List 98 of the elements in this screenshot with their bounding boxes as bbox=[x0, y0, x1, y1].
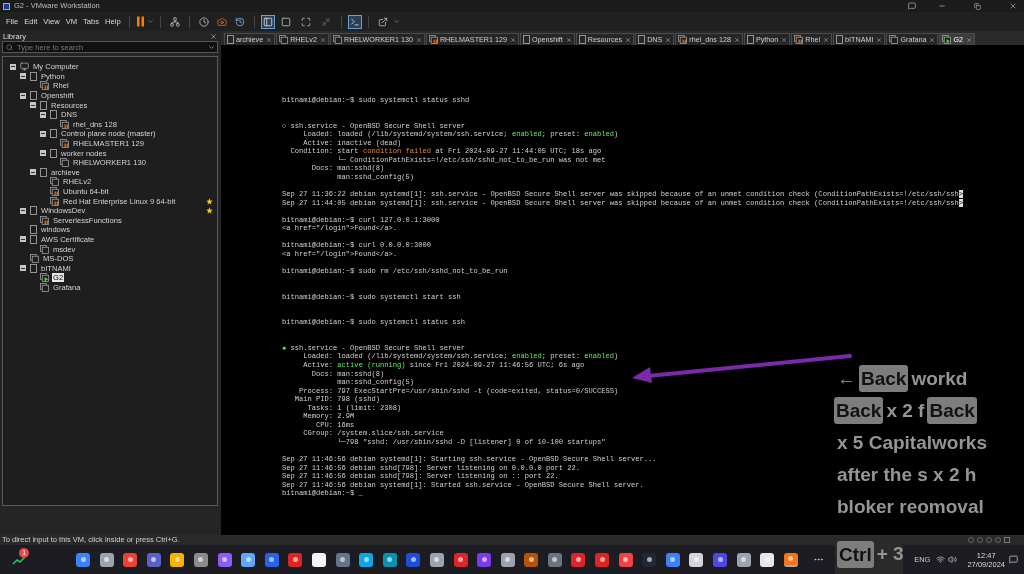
overlay-text: after the s x 2 h bbox=[836, 463, 978, 487]
computer-icon bbox=[20, 62, 29, 72]
key-cap: Back bbox=[859, 365, 909, 392]
folder-icon bbox=[746, 35, 754, 44]
console-button[interactable] bbox=[347, 14, 362, 29]
close-icon[interactable] bbox=[966, 36, 972, 43]
fullscreen-icon[interactable] bbox=[300, 16, 311, 27]
app-icon[interactable] bbox=[783, 552, 798, 567]
app-icon[interactable] bbox=[500, 552, 515, 567]
network-icon[interactable] bbox=[169, 16, 180, 27]
app-logo-icon bbox=[3, 2, 10, 10]
overlay-text: + 3 bbox=[875, 542, 905, 567]
thumbnail-icon[interactable] bbox=[280, 16, 291, 27]
folder-icon bbox=[30, 263, 37, 273]
app-icon[interactable] bbox=[146, 552, 161, 567]
folder-icon bbox=[227, 35, 234, 44]
app-icon[interactable] bbox=[689, 552, 704, 567]
terminal-screen[interactable] bbox=[221, 45, 1024, 535]
caret-icon[interactable] bbox=[146, 18, 154, 25]
app-icon[interactable] bbox=[382, 552, 397, 567]
app-icon[interactable] bbox=[524, 552, 539, 567]
folder-icon bbox=[578, 35, 586, 44]
app-icon[interactable] bbox=[453, 552, 468, 567]
close-icon[interactable] bbox=[876, 36, 883, 43]
app-icon[interactable] bbox=[311, 552, 326, 567]
app-icon[interactable] bbox=[713, 552, 728, 567]
close-icon[interactable] bbox=[266, 36, 273, 43]
app-icon[interactable] bbox=[217, 552, 232, 567]
collapse-toggle[interactable] bbox=[40, 130, 46, 137]
folder-icon bbox=[836, 35, 844, 44]
close-icon[interactable] bbox=[929, 36, 936, 43]
overlay-text: ← bbox=[836, 367, 857, 391]
overlay-text: workd bbox=[910, 367, 969, 391]
notification-icon[interactable] bbox=[1009, 555, 1018, 564]
stretch-icon[interactable] bbox=[377, 16, 388, 27]
app-icon[interactable] bbox=[241, 552, 256, 567]
app-icon[interactable] bbox=[406, 552, 421, 567]
app-icon[interactable] bbox=[642, 552, 657, 567]
collapse-toggle[interactable] bbox=[20, 73, 26, 80]
close-icon[interactable] bbox=[823, 36, 830, 43]
close-icon[interactable] bbox=[625, 36, 632, 43]
overlay-text: x 5 Capitalworks bbox=[836, 431, 988, 455]
collapse-toggle[interactable] bbox=[40, 150, 46, 157]
collapse-toggle[interactable] bbox=[20, 265, 26, 272]
app-icon[interactable] bbox=[736, 552, 751, 567]
camera-icon[interactable] bbox=[216, 16, 227, 27]
collapse-toggle[interactable] bbox=[30, 169, 36, 176]
folder-icon bbox=[638, 35, 646, 44]
app-icon[interactable] bbox=[595, 552, 610, 567]
app-icon[interactable] bbox=[76, 552, 90, 567]
app-icon[interactable] bbox=[123, 552, 138, 567]
collapse-toggle[interactable] bbox=[40, 111, 46, 118]
overlay-text: x 2 f bbox=[885, 399, 926, 423]
collapse-toggle[interactable] bbox=[10, 63, 16, 70]
close-icon[interactable] bbox=[781, 36, 788, 43]
app-icon[interactable] bbox=[571, 552, 586, 567]
app-icon[interactable] bbox=[288, 552, 303, 567]
collapse-toggle[interactable] bbox=[20, 207, 26, 214]
app-icon[interactable] bbox=[335, 552, 350, 567]
close-icon[interactable] bbox=[565, 36, 572, 43]
app-icon[interactable] bbox=[477, 552, 492, 567]
close-icon[interactable] bbox=[733, 36, 740, 43]
folder-icon bbox=[523, 35, 530, 44]
collapse-toggle[interactable] bbox=[20, 236, 26, 243]
close-icon[interactable] bbox=[415, 36, 422, 43]
network-icon[interactable] bbox=[936, 555, 946, 564]
app-icon[interactable] bbox=[99, 552, 114, 567]
volume-icon[interactable] bbox=[948, 555, 958, 564]
app-icon[interactable] bbox=[193, 552, 208, 567]
close-icon[interactable] bbox=[1009, 2, 1017, 10]
app-icon[interactable] bbox=[547, 552, 562, 567]
collapse-toggle[interactable] bbox=[30, 102, 36, 109]
close-icon[interactable] bbox=[210, 32, 217, 40]
key-cap: Back bbox=[834, 397, 884, 424]
history-icon[interactable] bbox=[234, 16, 245, 27]
restore-icon[interactable] bbox=[974, 2, 981, 10]
close-icon[interactable] bbox=[319, 36, 326, 43]
library-toggle-button[interactable] bbox=[260, 14, 275, 29]
app-icon[interactable] bbox=[170, 552, 185, 567]
app-icon[interactable] bbox=[618, 552, 633, 567]
feedback-icon[interactable] bbox=[908, 2, 916, 10]
app-icon[interactable] bbox=[665, 552, 680, 567]
clock-icon[interactable] bbox=[198, 16, 209, 27]
overlay-text: bloker reomoval bbox=[836, 495, 985, 519]
close-icon[interactable] bbox=[665, 36, 672, 43]
search-icon bbox=[6, 43, 13, 51]
key-cap: Ctrl bbox=[837, 541, 874, 568]
app-icon[interactable] bbox=[760, 552, 775, 567]
collapse-toggle[interactable] bbox=[20, 92, 26, 99]
app-icon[interactable] bbox=[429, 552, 444, 567]
message-icon[interactable] bbox=[1004, 537, 1010, 543]
key-cap: Back bbox=[927, 397, 977, 424]
close-icon[interactable] bbox=[510, 36, 516, 43]
caret-icon[interactable] bbox=[392, 18, 400, 25]
pause-icon[interactable] bbox=[135, 16, 145, 27]
app-icon[interactable] bbox=[264, 552, 279, 567]
caret-icon[interactable] bbox=[208, 43, 215, 51]
app-icon[interactable] bbox=[359, 552, 374, 567]
